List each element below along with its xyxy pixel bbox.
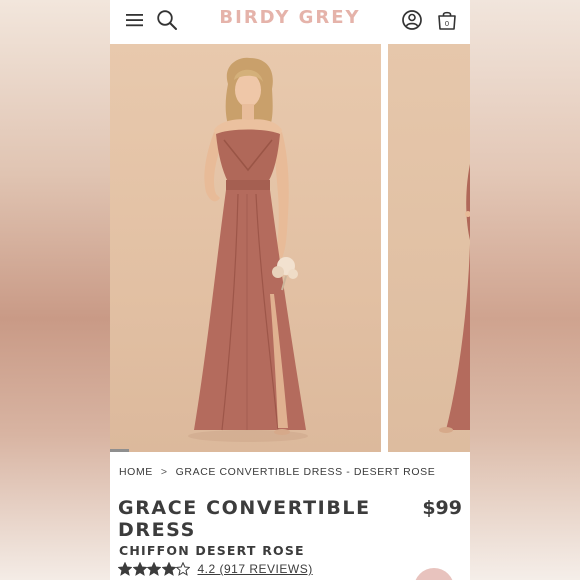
breadcrumb-separator: >: [160, 466, 168, 478]
cart-icon[interactable]: 0: [433, 6, 461, 34]
cart-count: 0: [445, 19, 449, 28]
blurred-background-left: [0, 0, 110, 580]
carousel-progress-fill: [110, 449, 129, 452]
account-icon[interactable]: [398, 6, 426, 34]
rating-stars: [118, 562, 191, 576]
product-page: BIRDY GREY 0 HOME > GRACE CONVERTIBLE DR…: [110, 0, 470, 580]
product-price: $99: [422, 497, 462, 519]
star-filled-icon: [132, 562, 147, 576]
star-filled-icon: [147, 562, 161, 576]
breadcrumb-home[interactable]: HOME: [119, 466, 153, 478]
product-image-next[interactable]: [388, 44, 470, 452]
product-image-main[interactable]: [110, 44, 381, 452]
breadcrumb: HOME > GRACE CONVERTIBLE DRESS - DESERT RO…: [119, 466, 435, 478]
chat-widget-button[interactable]: [414, 568, 454, 580]
product-title: GRACE CONVERTIBLE DRESS: [118, 497, 371, 541]
product-rating: 4.2 (917 REVIEWS): [118, 561, 313, 577]
star-filled-icon: [161, 562, 176, 576]
star-filled-icon: [118, 562, 132, 576]
blurred-background-right: [470, 0, 580, 580]
breadcrumb-current: GRACE CONVERTIBLE DRESS - DESERT ROSE: [175, 466, 436, 478]
star-empty-icon: [176, 562, 190, 576]
product-image-carousel[interactable]: [110, 44, 470, 452]
product-subtitle: CHIFFON DESERT ROSE: [119, 543, 305, 558]
carousel-progress-bar: [110, 449, 381, 452]
site-header: BIRDY GREY 0: [110, 0, 470, 44]
reviews-link[interactable]: 4.2 (917 REVIEWS): [198, 562, 313, 576]
